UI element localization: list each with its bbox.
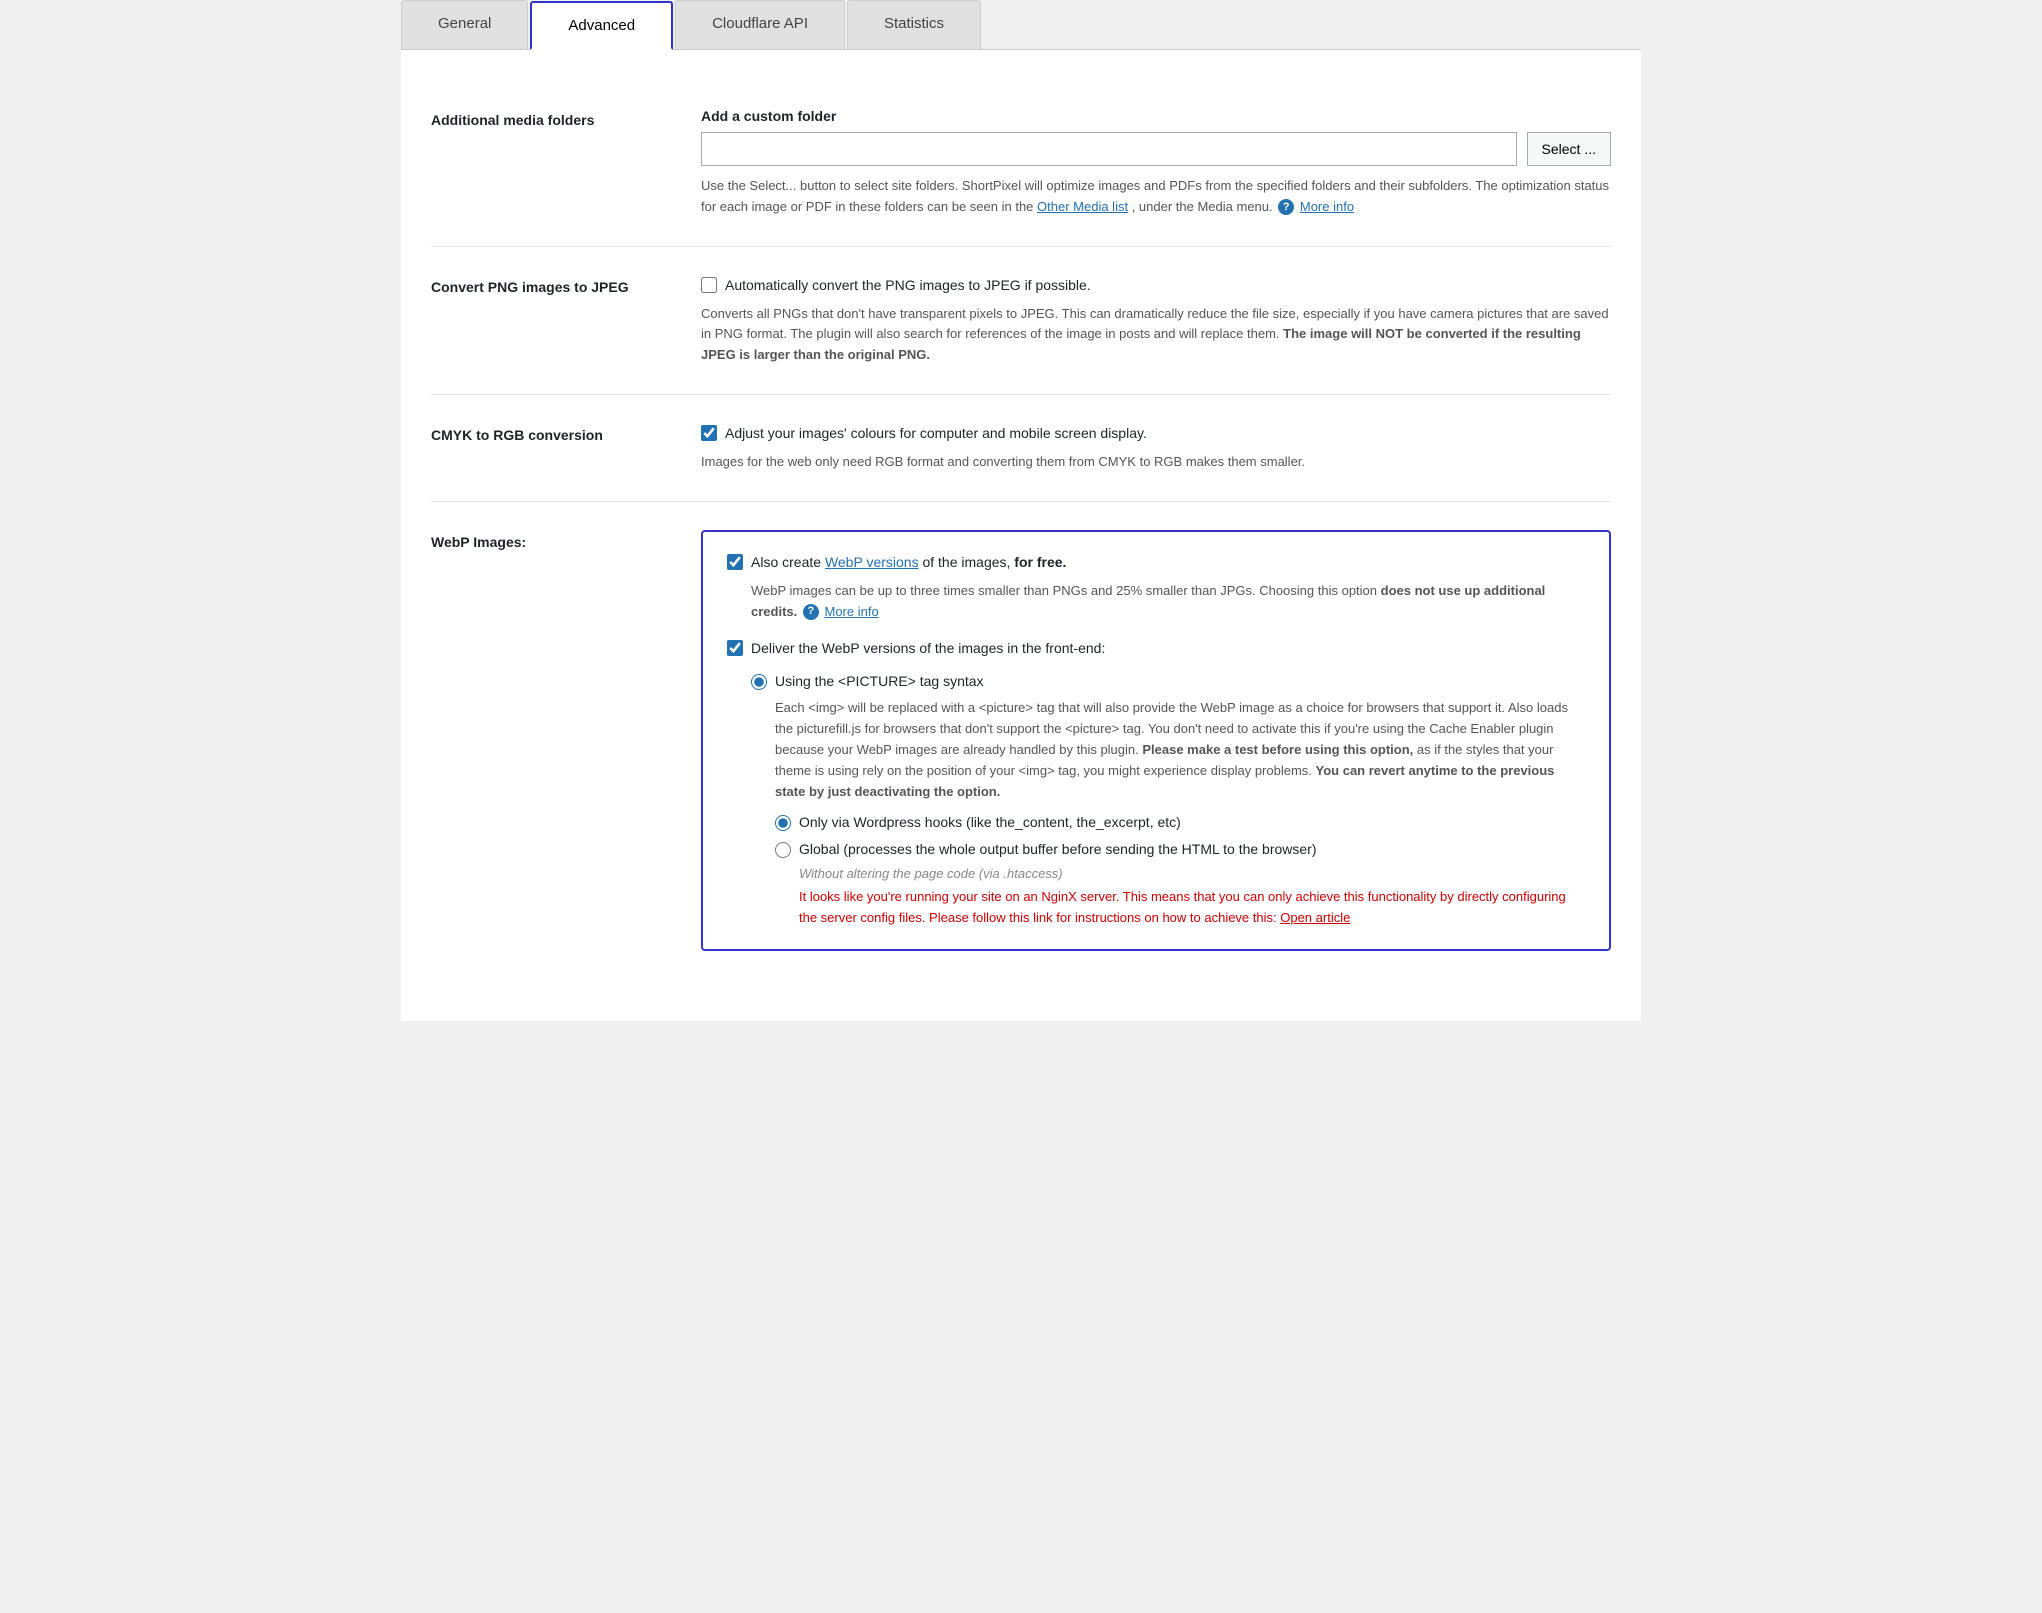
convert-png-checkbox-label[interactable]: Automatically convert the PNG images to … xyxy=(725,275,1091,296)
tab-general[interactable]: General xyxy=(401,0,528,49)
select-button[interactable]: Select ... xyxy=(1527,132,1611,166)
tab-statistics[interactable]: Statistics xyxy=(847,0,981,49)
cmyk-checkbox[interactable] xyxy=(701,425,717,441)
picture-radio-row: Using the <PICTURE> tag syntax xyxy=(751,671,1585,692)
webp-create-label[interactable]: Also create WebP versions of the images,… xyxy=(751,552,1066,573)
global-label[interactable]: Global (processes the whole output buffe… xyxy=(799,839,1317,860)
webp-create-checkbox[interactable] xyxy=(727,554,743,570)
convert-png-desc: Converts all PNGs that don't have transp… xyxy=(701,304,1611,366)
nginx-warning: It looks like you're running your site o… xyxy=(799,887,1585,929)
webp-row: WebP Images: Also create WebP versions o… xyxy=(431,502,1611,951)
folder-input-row: Select ... xyxy=(701,132,1611,166)
additional-media-content: Add a custom folder Select ... Use the S… xyxy=(701,108,1611,218)
tab-advanced[interactable]: Advanced xyxy=(530,1,673,50)
webp-more-info-link[interactable]: More info xyxy=(825,604,879,619)
without-altering-text: Without altering the page code (via .hta… xyxy=(799,866,1585,881)
webp-question-icon[interactable]: ? xyxy=(803,604,819,620)
open-article-link[interactable]: Open article xyxy=(1280,910,1350,925)
picture-desc: Each <img> will be replaced with a <pict… xyxy=(775,698,1585,802)
cmyk-label: CMYK to RGB conversion xyxy=(431,423,671,473)
tab-cloudflare[interactable]: Cloudflare API xyxy=(675,0,845,49)
deliver-checkbox-row: Deliver the WebP versions of the images … xyxy=(727,638,1585,659)
page-wrapper: General Advanced Cloudflare API Statisti… xyxy=(401,0,1641,1021)
webp-label: WebP Images: xyxy=(431,530,671,951)
deliver-checkbox-label[interactable]: Deliver the WebP versions of the images … xyxy=(751,638,1105,659)
wp-hooks-radio[interactable] xyxy=(775,815,791,831)
picture-radio[interactable] xyxy=(751,674,767,690)
webp-content: Also create WebP versions of the images,… xyxy=(701,530,1611,951)
convert-png-checkbox-row: Automatically convert the PNG images to … xyxy=(701,275,1611,296)
webp-create-checkbox-row: Also create WebP versions of the images,… xyxy=(727,552,1585,573)
cmyk-checkbox-label[interactable]: Adjust your images' colours for computer… xyxy=(725,423,1147,444)
deliver-checkbox[interactable] xyxy=(727,640,743,656)
convert-png-row: Convert PNG images to JPEG Automatically… xyxy=(431,247,1611,395)
cmyk-row: CMYK to RGB conversion Adjust your image… xyxy=(431,395,1611,502)
global-radio-row: Global (processes the whole output buffe… xyxy=(775,839,1585,860)
webp-versions-link[interactable]: WebP versions xyxy=(825,554,919,570)
additional-media-label: Additional media folders xyxy=(431,108,671,218)
other-media-link[interactable]: Other Media list xyxy=(1037,199,1128,214)
sub-radio-group: Only via Wordpress hooks (like the_conte… xyxy=(775,812,1585,860)
picture-radio-label[interactable]: Using the <PICTURE> tag syntax xyxy=(775,671,984,692)
more-info-link[interactable]: More info xyxy=(1300,199,1354,214)
convert-png-checkbox[interactable] xyxy=(701,277,717,293)
custom-folder-label: Add a custom folder xyxy=(701,108,1611,124)
webp-desc: WebP images can be up to three times sma… xyxy=(751,581,1585,623)
webp-section: Also create WebP versions of the images,… xyxy=(701,530,1611,951)
additional-media-row: Additional media folders Add a custom fo… xyxy=(431,80,1611,247)
cmyk-checkbox-row: Adjust your images' colours for computer… xyxy=(701,423,1611,444)
folder-input[interactable] xyxy=(701,132,1517,166)
global-radio[interactable] xyxy=(775,842,791,858)
convert-png-content: Automatically convert the PNG images to … xyxy=(701,275,1611,366)
wp-hooks-label[interactable]: Only via Wordpress hooks (like the_conte… xyxy=(799,812,1181,833)
convert-png-label: Convert PNG images to JPEG xyxy=(431,275,671,366)
cmyk-desc: Images for the web only need RGB format … xyxy=(701,452,1611,473)
cmyk-content: Adjust your images' colours for computer… xyxy=(701,423,1611,473)
tabs-bar: General Advanced Cloudflare API Statisti… xyxy=(401,0,1641,50)
wp-hooks-radio-row: Only via Wordpress hooks (like the_conte… xyxy=(775,812,1585,833)
question-icon[interactable]: ? xyxy=(1278,199,1294,215)
additional-media-desc: Use the Select... button to select site … xyxy=(701,176,1611,218)
content-area: Additional media folders Add a custom fo… xyxy=(401,50,1641,981)
